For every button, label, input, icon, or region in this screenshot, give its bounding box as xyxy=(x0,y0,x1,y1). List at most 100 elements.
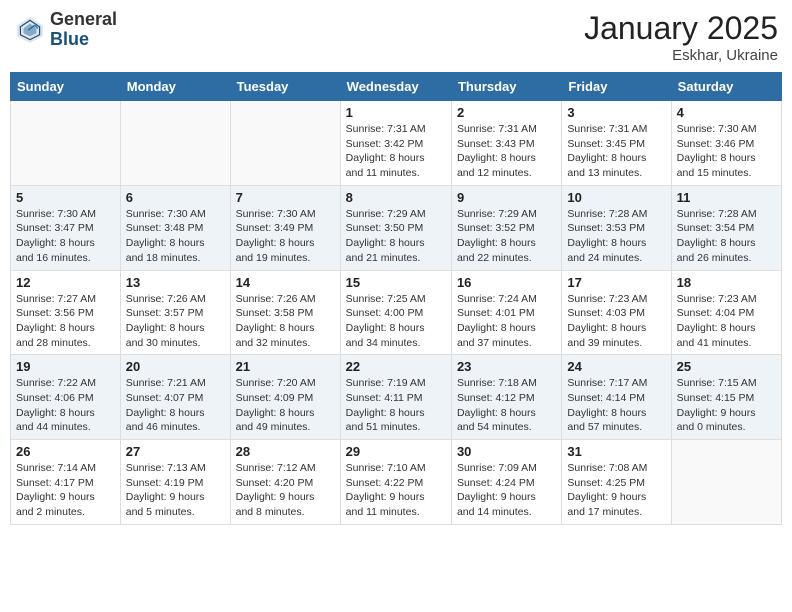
day-detail: Sunrise: 7:28 AM Sunset: 3:53 PM Dayligh… xyxy=(567,207,665,266)
day-detail: Sunrise: 7:13 AM Sunset: 4:19 PM Dayligh… xyxy=(126,461,225,520)
day-number: 21 xyxy=(236,359,335,374)
day-detail: Sunrise: 7:09 AM Sunset: 4:24 PM Dayligh… xyxy=(457,461,556,520)
weekday-header-monday: Monday xyxy=(120,73,230,101)
calendar-cell: 1 Sunrise: 7:31 AM Sunset: 3:42 PM Daylig… xyxy=(340,101,451,186)
calendar-week-1: 1 Sunrise: 7:31 AM Sunset: 3:42 PM Daylig… xyxy=(11,101,782,186)
day-number: 14 xyxy=(236,275,335,290)
calendar-cell: 3 Sunrise: 7:31 AM Sunset: 3:45 PM Daylig… xyxy=(562,101,671,186)
calendar-cell: 25 Sunrise: 7:15 AM Sunset: 4:15 PM Dayli… xyxy=(671,355,781,440)
day-detail: Sunrise: 7:30 AM Sunset: 3:47 PM Dayligh… xyxy=(16,207,115,266)
day-detail: Sunrise: 7:23 AM Sunset: 4:04 PM Dayligh… xyxy=(677,292,776,351)
weekday-header-row: SundayMondayTuesdayWednesdayThursdayFrid… xyxy=(11,73,782,101)
calendar-cell: 27 Sunrise: 7:13 AM Sunset: 4:19 PM Dayli… xyxy=(120,440,230,525)
day-number: 22 xyxy=(346,359,446,374)
calendar-cell: 21 Sunrise: 7:20 AM Sunset: 4:09 PM Dayli… xyxy=(230,355,340,440)
calendar-cell: 11Sunrise: 7:28 AM Sunset: 3:54 PM Dayli… xyxy=(671,185,781,270)
day-detail: Sunrise: 7:08 AM Sunset: 4:25 PM Dayligh… xyxy=(567,461,665,520)
calendar-cell: 2Sunrise: 7:31 AM Sunset: 3:43 PM Daylig… xyxy=(451,101,561,186)
day-number: 26 xyxy=(16,444,115,459)
day-detail: Sunrise: 7:12 AM Sunset: 4:20 PM Dayligh… xyxy=(236,461,335,520)
day-detail: Sunrise: 7:18 AM Sunset: 4:12 PM Dayligh… xyxy=(457,376,556,435)
day-detail: Sunrise: 7:14 AM Sunset: 4:17 PM Dayligh… xyxy=(16,461,115,520)
day-number: 27 xyxy=(126,444,225,459)
day-detail: Sunrise: 7:29 AM Sunset: 3:52 PM Dayligh… xyxy=(457,207,556,266)
day-number: 8 xyxy=(346,190,446,205)
calendar-week-5: 26 Sunrise: 7:14 AM Sunset: 4:17 PM Dayli… xyxy=(11,440,782,525)
day-detail: Sunrise: 7:21 AM Sunset: 4:07 PM Dayligh… xyxy=(126,376,225,435)
day-number: 23 xyxy=(457,359,556,374)
calendar-cell: 19 Sunrise: 7:22 AM Sunset: 4:06 PM Dayli… xyxy=(11,355,121,440)
day-detail: Sunrise: 7:29 AM Sunset: 3:50 PM Dayligh… xyxy=(346,207,446,266)
logo-blue-text: Blue xyxy=(50,29,89,49)
day-detail: Sunrise: 7:30 AM Sunset: 3:46 PM Dayligh… xyxy=(677,122,776,181)
month-title: January 2025 xyxy=(584,10,778,47)
day-detail: Sunrise: 7:22 AM Sunset: 4:06 PM Dayligh… xyxy=(16,376,115,435)
day-detail: Sunrise: 7:31 AM Sunset: 3:43 PM Dayligh… xyxy=(457,122,556,181)
day-detail: Sunrise: 7:15 AM Sunset: 4:15 PM Dayligh… xyxy=(677,376,776,435)
weekday-header-friday: Friday xyxy=(562,73,671,101)
day-detail: Sunrise: 7:31 AM Sunset: 3:45 PM Dayligh… xyxy=(567,122,665,181)
day-number: 4 xyxy=(677,105,776,120)
day-detail: Sunrise: 7:30 AM Sunset: 3:49 PM Dayligh… xyxy=(236,207,335,266)
day-detail: Sunrise: 7:28 AM Sunset: 3:54 PM Dayligh… xyxy=(677,207,776,266)
day-number: 7 xyxy=(236,190,335,205)
day-number: 13 xyxy=(126,275,225,290)
day-number: 31 xyxy=(567,444,665,459)
calendar-cell xyxy=(230,101,340,186)
day-detail: Sunrise: 7:19 AM Sunset: 4:11 PM Dayligh… xyxy=(346,376,446,435)
day-number: 19 xyxy=(16,359,115,374)
calendar-cell: 22 Sunrise: 7:19 AM Sunset: 4:11 PM Dayli… xyxy=(340,355,451,440)
day-detail: Sunrise: 7:30 AM Sunset: 3:48 PM Dayligh… xyxy=(126,207,225,266)
day-number: 10 xyxy=(567,190,665,205)
day-number: 1 xyxy=(346,105,446,120)
calendar-cell xyxy=(120,101,230,186)
calendar-cell: 17Sunrise: 7:23 AM Sunset: 4:03 PM Dayli… xyxy=(562,270,671,355)
calendar-week-4: 19 Sunrise: 7:22 AM Sunset: 4:06 PM Dayli… xyxy=(11,355,782,440)
calendar-cell: 7 Sunrise: 7:30 AM Sunset: 3:49 PM Daylig… xyxy=(230,185,340,270)
calendar-cell: 26 Sunrise: 7:14 AM Sunset: 4:17 PM Dayli… xyxy=(11,440,121,525)
day-detail: Sunrise: 7:20 AM Sunset: 4:09 PM Dayligh… xyxy=(236,376,335,435)
calendar-cell: 28 Sunrise: 7:12 AM Sunset: 4:20 PM Dayli… xyxy=(230,440,340,525)
weekday-header-wednesday: Wednesday xyxy=(340,73,451,101)
day-number: 25 xyxy=(677,359,776,374)
calendar-cell: 9 Sunrise: 7:29 AM Sunset: 3:52 PM Daylig… xyxy=(451,185,561,270)
day-number: 3 xyxy=(567,105,665,120)
calendar-cell: 20Sunrise: 7:21 AM Sunset: 4:07 PM Dayli… xyxy=(120,355,230,440)
day-number: 6 xyxy=(126,190,225,205)
calendar-cell xyxy=(671,440,781,525)
location-subtitle: Eskhar, Ukraine xyxy=(584,47,778,64)
calendar-cell xyxy=(11,101,121,186)
day-detail: Sunrise: 7:17 AM Sunset: 4:14 PM Dayligh… xyxy=(567,376,665,435)
calendar-cell: 4 Sunrise: 7:30 AM Sunset: 3:46 PM Daylig… xyxy=(671,101,781,186)
day-number: 28 xyxy=(236,444,335,459)
calendar-cell: 30Sunrise: 7:09 AM Sunset: 4:24 PM Dayli… xyxy=(451,440,561,525)
calendar-cell: 15 Sunrise: 7:25 AM Sunset: 4:00 PM Dayli… xyxy=(340,270,451,355)
day-detail: Sunrise: 7:26 AM Sunset: 3:57 PM Dayligh… xyxy=(126,292,225,351)
calendar-week-2: 5 Sunrise: 7:30 AM Sunset: 3:47 PM Daylig… xyxy=(11,185,782,270)
calendar-cell: 29Sunrise: 7:10 AM Sunset: 4:22 PM Dayli… xyxy=(340,440,451,525)
logo: General Blue xyxy=(14,10,117,50)
calendar-cell: 13 Sunrise: 7:26 AM Sunset: 3:57 PM Dayli… xyxy=(120,270,230,355)
calendar-cell: 12Sunrise: 7:27 AM Sunset: 3:56 PM Dayli… xyxy=(11,270,121,355)
day-number: 15 xyxy=(346,275,446,290)
calendar-cell: 14 Sunrise: 7:26 AM Sunset: 3:58 PM Dayli… xyxy=(230,270,340,355)
calendar-cell: 24 Sunrise: 7:17 AM Sunset: 4:14 PM Dayli… xyxy=(562,355,671,440)
day-number: 18 xyxy=(677,275,776,290)
day-detail: Sunrise: 7:31 AM Sunset: 3:42 PM Dayligh… xyxy=(346,122,446,181)
day-detail: Sunrise: 7:25 AM Sunset: 4:00 PM Dayligh… xyxy=(346,292,446,351)
weekday-header-thursday: Thursday xyxy=(451,73,561,101)
calendar-week-3: 12Sunrise: 7:27 AM Sunset: 3:56 PM Dayli… xyxy=(11,270,782,355)
calendar-cell: 18 Sunrise: 7:23 AM Sunset: 4:04 PM Dayli… xyxy=(671,270,781,355)
day-number: 17 xyxy=(567,275,665,290)
day-detail: Sunrise: 7:26 AM Sunset: 3:58 PM Dayligh… xyxy=(236,292,335,351)
logo-icon xyxy=(14,14,46,46)
day-number: 24 xyxy=(567,359,665,374)
calendar-body: 1 Sunrise: 7:31 AM Sunset: 3:42 PM Daylig… xyxy=(11,101,782,525)
day-number: 9 xyxy=(457,190,556,205)
day-number: 16 xyxy=(457,275,556,290)
day-number: 5 xyxy=(16,190,115,205)
logo-general-text: General xyxy=(50,9,117,29)
calendar-cell: 5 Sunrise: 7:30 AM Sunset: 3:47 PM Daylig… xyxy=(11,185,121,270)
weekday-header-tuesday: Tuesday xyxy=(230,73,340,101)
day-number: 12 xyxy=(16,275,115,290)
